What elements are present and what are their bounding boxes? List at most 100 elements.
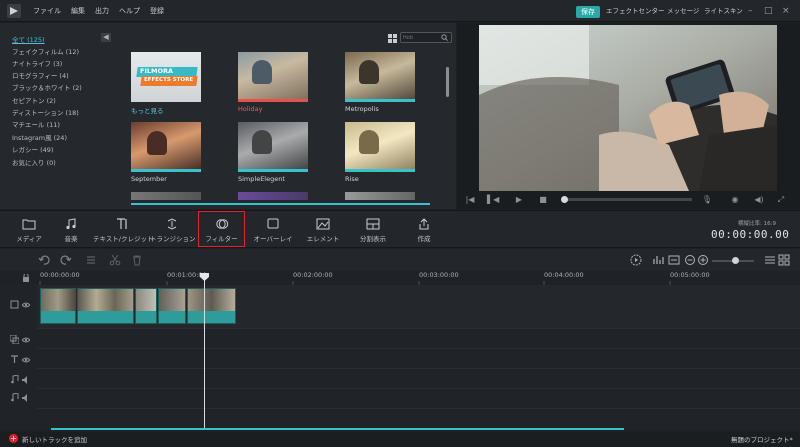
effects-store-thumb[interactable]: FILMORA EFFECTS STORE bbox=[131, 52, 201, 102]
filter-thumb-metropolis[interactable] bbox=[345, 52, 415, 102]
tool-media[interactable]: メディア bbox=[12, 211, 46, 249]
video-clip[interactable] bbox=[40, 288, 76, 324]
music-track[interactable] bbox=[37, 389, 800, 409]
thumb-label-rise[interactable]: Rise bbox=[345, 175, 359, 183]
tool-music[interactable]: 音楽 bbox=[56, 211, 86, 249]
collapse-panel-button[interactable]: ◀ bbox=[101, 33, 111, 42]
volume-icon[interactable]: ◀) bbox=[753, 194, 765, 206]
filter-thumb-simple-elegent[interactable] bbox=[238, 122, 308, 172]
tool-element[interactable]: エレメント bbox=[305, 211, 341, 249]
cut-icon[interactable] bbox=[109, 254, 121, 266]
video-track-icon bbox=[10, 300, 19, 309]
filter-thumb-holiday[interactable] bbox=[238, 52, 308, 102]
menu-edit[interactable]: 編集 bbox=[71, 7, 85, 15]
delete-icon[interactable] bbox=[131, 254, 143, 266]
microphone-icon[interactable]: 🎙 bbox=[701, 194, 713, 206]
menu-register[interactable]: 登録 bbox=[150, 7, 164, 15]
tool-export[interactable]: 作成 bbox=[410, 211, 438, 249]
preview-seek-bar[interactable] bbox=[566, 198, 692, 201]
category-fake-film[interactable]: フェイクフィルム (12) bbox=[12, 46, 79, 56]
category-nightlife[interactable]: ナイトライフ (3) bbox=[12, 58, 62, 68]
grid-view-icon[interactable] bbox=[388, 34, 397, 43]
tool-overlay[interactable]: オーバーレイ bbox=[251, 211, 295, 249]
category-sepia[interactable]: セピアトン (2) bbox=[12, 95, 56, 105]
preview-seek-handle[interactable] bbox=[561, 196, 568, 203]
menu-help[interactable]: ヘルプ bbox=[119, 7, 140, 15]
category-favorites[interactable]: お気に入り (0) bbox=[12, 157, 56, 167]
playhead[interactable] bbox=[204, 278, 205, 428]
zoom-in-icon[interactable] bbox=[697, 254, 709, 266]
category-all[interactable]: 全て (125) bbox=[12, 34, 45, 44]
music-track[interactable] bbox=[37, 369, 800, 389]
menu-export[interactable]: 出力 bbox=[95, 7, 109, 15]
effect-center-link[interactable]: エフェクトセンター bbox=[606, 0, 665, 22]
text-track[interactable] bbox=[37, 349, 800, 369]
project-name: 無題のプロジェクト* bbox=[731, 436, 793, 444]
speaker-icon[interactable] bbox=[22, 394, 30, 402]
skip-back-icon[interactable]: |◀ bbox=[464, 194, 476, 206]
zoom-out-icon[interactable] bbox=[684, 254, 696, 266]
fit-timeline-icon[interactable] bbox=[668, 254, 680, 266]
category-lomography[interactable]: ロモグラフィー (4) bbox=[12, 70, 69, 80]
messages-link[interactable]: メッセージ bbox=[667, 0, 699, 22]
video-clip[interactable] bbox=[135, 288, 157, 324]
playhead-marker-icon[interactable] bbox=[200, 273, 209, 281]
tool-transition[interactable]: トランジション bbox=[150, 211, 196, 249]
app-logo-icon bbox=[7, 4, 21, 18]
video-clip[interactable] bbox=[158, 288, 186, 324]
category-black-white[interactable]: ブラック＆ホワイト (2) bbox=[12, 82, 82, 92]
category-legacy[interactable]: レガシー (49) bbox=[12, 144, 53, 154]
grid-toggle-icon[interactable] bbox=[778, 254, 790, 266]
video-clip[interactable] bbox=[187, 288, 236, 324]
save-button[interactable]: 保存 bbox=[576, 6, 600, 18]
stop-icon[interactable]: ■ bbox=[537, 194, 549, 206]
close-icon[interactable]: × bbox=[782, 0, 790, 22]
redo-icon[interactable] bbox=[60, 254, 72, 266]
add-track-link[interactable]: 新しいトラックを追加 bbox=[22, 434, 87, 444]
timeline-ruler[interactable]: 00:00:00:00 00:01:00:00 00:02:00:00 00:0… bbox=[0, 271, 800, 285]
library-scrollbar[interactable] bbox=[446, 67, 449, 97]
category-distortion[interactable]: ディストーション (18) bbox=[12, 107, 79, 117]
category-matiere[interactable]: マチエール (11) bbox=[12, 119, 60, 129]
text-icon bbox=[117, 218, 127, 229]
render-icon[interactable] bbox=[630, 254, 642, 266]
eye-icon[interactable] bbox=[22, 336, 30, 344]
play-icon[interactable]: ▶ bbox=[513, 194, 525, 206]
zoom-slider-handle[interactable] bbox=[732, 257, 739, 264]
search-box[interactable] bbox=[400, 32, 452, 43]
undo-icon[interactable] bbox=[38, 254, 50, 266]
search-icon[interactable] bbox=[441, 34, 448, 41]
overlay-track-icon bbox=[10, 335, 19, 344]
pip-track[interactable] bbox=[37, 329, 800, 349]
thumb-label-holiday[interactable]: Holiday bbox=[238, 105, 262, 113]
minimize-icon[interactable]: – bbox=[748, 0, 753, 22]
light-skin-link[interactable]: ライトスキン bbox=[704, 0, 743, 22]
eye-icon[interactable] bbox=[22, 356, 30, 364]
overlay-icon bbox=[267, 218, 279, 229]
previous-frame-icon[interactable]: ▌◀ bbox=[487, 194, 499, 206]
camera-icon[interactable]: ◉ bbox=[729, 194, 741, 206]
library-bottom-scrollbar[interactable] bbox=[131, 203, 430, 205]
menu-file[interactable]: ファイル bbox=[33, 7, 61, 15]
filter-thumb-september[interactable] bbox=[131, 122, 201, 172]
tool-split-screen[interactable]: 分割表示 bbox=[353, 211, 393, 249]
maximize-icon[interactable]: □ bbox=[764, 0, 773, 22]
thumb-label-more[interactable]: もっと見る bbox=[131, 105, 164, 115]
eye-icon[interactable] bbox=[22, 301, 30, 309]
add-track-icon[interactable]: + bbox=[9, 434, 18, 443]
tool-text[interactable]: テキスト/クレジット bbox=[93, 211, 154, 249]
filter-thumb-rise[interactable] bbox=[345, 122, 415, 172]
fullscreen-icon[interactable]: ⤢ bbox=[775, 194, 787, 206]
timeline-scrollbar[interactable] bbox=[51, 428, 624, 430]
thumb-label-simple-elegent[interactable]: SimpleElegent bbox=[238, 175, 285, 183]
video-clip[interactable] bbox=[77, 288, 134, 324]
thumb-label-metropolis[interactable]: Metropolis bbox=[345, 105, 379, 113]
audio-mixer-icon[interactable] bbox=[652, 254, 664, 266]
category-instagram[interactable]: Instagram風 (24) bbox=[12, 132, 67, 142]
adjust-icon[interactable] bbox=[85, 254, 97, 266]
thumb-label-september[interactable]: September bbox=[131, 175, 167, 183]
timeline-lock-icon[interactable] bbox=[22, 274, 30, 282]
search-input[interactable] bbox=[403, 33, 441, 42]
speaker-icon[interactable] bbox=[22, 376, 30, 384]
list-view-icon[interactable] bbox=[764, 254, 776, 266]
